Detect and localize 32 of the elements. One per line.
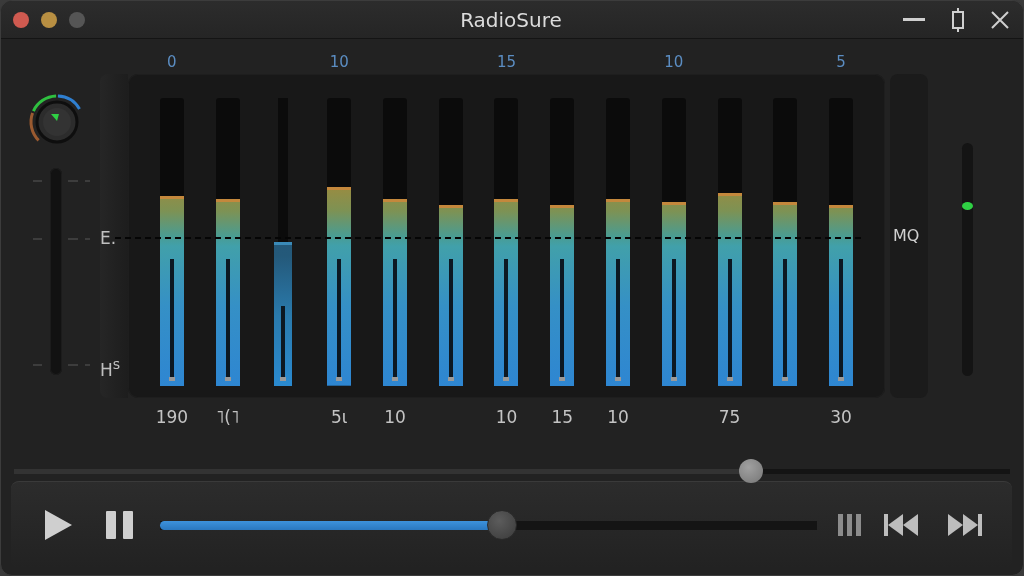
slider-thumb[interactable] xyxy=(962,201,973,210)
band-bottom-label: ˥(˥ xyxy=(215,407,240,427)
mode-label: MQ xyxy=(893,227,920,245)
band-top-label: 15 xyxy=(496,53,517,73)
skip-back-icon[interactable] xyxy=(884,514,918,536)
skip-forward-icon[interactable] xyxy=(948,514,982,536)
band-bottom-label: 190 xyxy=(155,407,189,427)
play-icon[interactable] xyxy=(45,510,72,540)
vertical-slider-track[interactable] xyxy=(962,143,973,376)
pause-icon[interactable] xyxy=(106,511,133,539)
minimize-dot-icon[interactable] xyxy=(41,11,57,28)
progress-thumb[interactable] xyxy=(486,510,517,540)
band-bottom-label: 10 xyxy=(607,407,629,427)
band-top-label: 0 xyxy=(167,53,177,73)
maximize-icon[interactable] xyxy=(950,7,966,32)
band-bottom-label: 5ι xyxy=(330,407,348,427)
close-icon[interactable] xyxy=(991,10,1009,29)
window-title: RadioSure xyxy=(460,7,562,32)
band-top-label: 10 xyxy=(329,53,349,73)
band-bottom-label: 15 xyxy=(551,407,574,427)
zoom-dot-icon[interactable] xyxy=(69,11,85,28)
band-top-label: 5 xyxy=(836,53,846,73)
band-top-label: 10 xyxy=(664,53,684,73)
band-bottom-label: 10 xyxy=(384,407,406,427)
band-bottom-label: 10 xyxy=(495,407,518,427)
band-bottom-label: 75 xyxy=(718,407,741,427)
scale-label: H$^{s}$ xyxy=(100,355,121,379)
bars-icon[interactable] xyxy=(838,514,862,536)
scale-label: E. xyxy=(100,229,117,247)
seek-bar-thumb[interactable] xyxy=(739,459,764,483)
band-bottom-label: 30 xyxy=(830,407,852,427)
close-dot-icon[interactable] xyxy=(13,11,29,28)
